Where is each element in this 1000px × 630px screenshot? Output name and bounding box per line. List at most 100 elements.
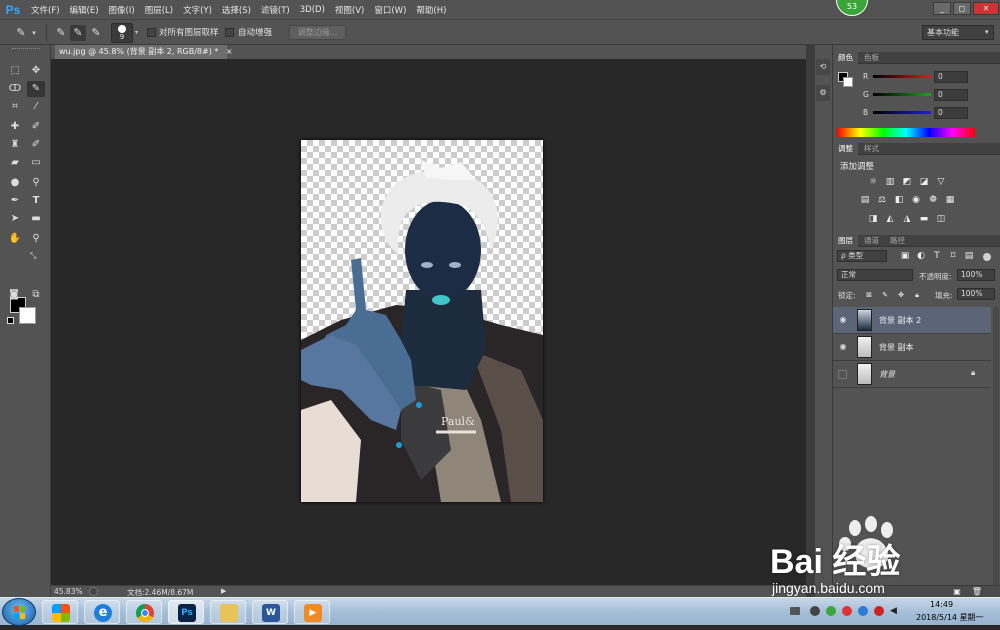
marquee-tool-icon[interactable]: ⬚ bbox=[6, 63, 24, 79]
green-slider[interactable] bbox=[873, 93, 931, 96]
clone-stamp-tool-icon[interactable]: ♜ bbox=[6, 137, 24, 153]
tab-color[interactable]: 颜色 bbox=[833, 52, 858, 64]
channel-mixer-icon[interactable]: ❁ bbox=[927, 195, 939, 206]
tray-clock-time[interactable]: 14:49 bbox=[930, 600, 953, 609]
brightness-icon[interactable]: ☼ bbox=[867, 177, 879, 188]
eyedropper-tool-icon[interactable]: ⁄ bbox=[27, 99, 45, 115]
start-button[interactable] bbox=[2, 598, 36, 626]
play-arrow-icon[interactable]: ▶ bbox=[221, 587, 226, 595]
close-button[interactable]: ✕ bbox=[973, 2, 999, 15]
menu-layer[interactable]: 图层(L) bbox=[140, 4, 178, 16]
panel-grip[interactable] bbox=[12, 48, 40, 51]
trash-icon[interactable]: 🗑︎ bbox=[971, 586, 983, 597]
blend-mode-select[interactable]: 正常 bbox=[837, 269, 913, 281]
taskbar-explorer[interactable] bbox=[210, 600, 246, 624]
subtract-selection-icon[interactable]: ✎ bbox=[88, 25, 104, 41]
lock-pixels-icon[interactable]: ✎ bbox=[879, 290, 891, 301]
menu-view[interactable]: 视图(V) bbox=[330, 4, 369, 16]
menu-select[interactable]: 选择(S) bbox=[217, 4, 256, 16]
menu-file[interactable]: 文件(F) bbox=[26, 4, 65, 16]
rectangle-tool-icon[interactable]: ▬ bbox=[27, 211, 45, 227]
selective-color-icon[interactable]: ◫ bbox=[935, 214, 947, 225]
dodge-tool-icon[interactable]: ⚲ bbox=[27, 175, 45, 191]
filter-pixel-icon[interactable]: ▣ bbox=[899, 251, 911, 262]
tray-clock-date[interactable]: 2018/5/14 星期一 bbox=[916, 612, 984, 623]
move-tool-icon[interactable]: ✥ bbox=[27, 63, 45, 79]
black-white-icon[interactable]: ◧ bbox=[893, 195, 905, 206]
chevron-down-icon[interactable]: ▾ bbox=[985, 28, 989, 36]
security-icon[interactable] bbox=[826, 606, 836, 616]
taskbar-photoshop[interactable]: Ps bbox=[168, 600, 204, 624]
menu-3d[interactable]: 3D(D) bbox=[295, 5, 330, 15]
taskbar-word[interactable]: W bbox=[252, 600, 288, 624]
zoom-level[interactable]: 45.83% bbox=[54, 587, 83, 596]
chevron-down-icon[interactable]: ▾ bbox=[30, 25, 38, 41]
network-icon[interactable] bbox=[858, 606, 868, 616]
quick-select-tool-icon[interactable]: ✎ bbox=[13, 25, 29, 41]
volume-icon[interactable]: ◀ bbox=[890, 606, 900, 616]
screen-mode-icon[interactable]: ⧉ bbox=[27, 287, 45, 303]
opacity-input[interactable]: 100% bbox=[957, 269, 995, 281]
background-color-swatch[interactable] bbox=[19, 307, 36, 324]
gradient-map-icon[interactable]: ▬ bbox=[918, 214, 930, 225]
color-spectrum-ramp[interactable] bbox=[837, 128, 975, 137]
default-colors-icon[interactable] bbox=[7, 317, 14, 324]
layer-row[interactable]: 背景 🔒︎ bbox=[833, 361, 991, 388]
eye-icon[interactable]: ◉ bbox=[837, 342, 849, 352]
tab-swatches[interactable]: 色板 bbox=[859, 52, 884, 64]
minimize-button[interactable]: _ bbox=[933, 2, 951, 15]
levels-icon[interactable]: ▥ bbox=[884, 177, 896, 188]
color-lookup-icon[interactable]: ▦ bbox=[944, 195, 956, 206]
spot-healing-tool-icon[interactable]: ✚ bbox=[6, 119, 24, 135]
filter-smart-object-icon[interactable]: ▤ bbox=[963, 251, 975, 262]
taskbar-chrome[interactable] bbox=[126, 600, 162, 624]
menu-edit[interactable]: 编辑(E) bbox=[65, 4, 104, 16]
filter-adjustment-icon[interactable]: ◐ bbox=[915, 251, 927, 262]
restore-button[interactable]: ◻ bbox=[953, 2, 971, 15]
close-icon[interactable]: × bbox=[226, 47, 233, 56]
workspace-select[interactable]: 基本功能 bbox=[922, 25, 994, 40]
layer-row[interactable]: ◉ 背景 副本 bbox=[833, 334, 991, 361]
tab-channels[interactable]: 通道 bbox=[859, 235, 884, 247]
auto-enhance-checkbox[interactable] bbox=[225, 28, 234, 37]
layer-row[interactable]: ◉ 背景 副本 2 bbox=[833, 307, 991, 334]
type-tool-icon[interactable]: T bbox=[27, 193, 45, 209]
tab-styles[interactable]: 样式 bbox=[859, 143, 884, 155]
filter-type-icon[interactable]: T bbox=[931, 251, 943, 262]
posterize-icon[interactable]: ◭ bbox=[884, 214, 896, 225]
visibility-off-box[interactable] bbox=[838, 370, 847, 379]
gradient-tool-icon[interactable]: ▭ bbox=[27, 155, 45, 171]
menu-image[interactable]: 图像(I) bbox=[104, 4, 140, 16]
blue-value[interactable]: 0 bbox=[934, 107, 968, 119]
green-value[interactable]: 0 bbox=[934, 89, 968, 101]
layer-filter-kind-select[interactable]: ρ 类型 bbox=[837, 250, 887, 262]
canvas-area[interactable]: Paul& bbox=[51, 59, 806, 585]
document-image[interactable]: Paul& bbox=[301, 140, 543, 502]
tab-layers[interactable]: 图层 bbox=[833, 235, 858, 247]
photo-filter-icon[interactable]: ◉ bbox=[910, 195, 922, 206]
keyboard-icon[interactable] bbox=[790, 607, 800, 615]
lock-transparent-icon[interactable]: ⊠ bbox=[863, 290, 875, 301]
status-menu-icon[interactable] bbox=[89, 587, 98, 596]
eye-icon[interactable]: ◉ bbox=[837, 315, 849, 325]
new-selection-icon[interactable]: ✎ bbox=[53, 25, 69, 41]
quick-mask-icon[interactable]: ◙ bbox=[5, 287, 23, 303]
refine-edge-button[interactable]: 调整边缘... bbox=[289, 25, 346, 40]
path-selection-tool-icon[interactable]: ➤ bbox=[6, 211, 24, 227]
color-bg-swatch[interactable] bbox=[843, 77, 853, 87]
invert-icon[interactable]: ◨ bbox=[867, 214, 879, 225]
curves-icon[interactable]: ◩ bbox=[901, 177, 913, 188]
menu-type[interactable]: 文字(Y) bbox=[178, 4, 217, 16]
taskbar-windows-app[interactable] bbox=[42, 600, 78, 624]
menu-window[interactable]: 窗口(W) bbox=[369, 4, 411, 16]
tray-app-icon[interactable] bbox=[810, 606, 820, 616]
lock-position-icon[interactable]: ✥ bbox=[895, 290, 907, 301]
history-panel-icon[interactable]: ⟲ bbox=[816, 59, 830, 75]
properties-panel-icon[interactable]: ⚙ bbox=[816, 85, 830, 101]
sample-all-layers-checkbox[interactable] bbox=[147, 28, 156, 37]
brush-tool-icon[interactable]: ✐ bbox=[27, 119, 45, 135]
layers-scrollbar[interactable] bbox=[993, 307, 999, 587]
menu-help[interactable]: 帮助(H) bbox=[411, 4, 451, 16]
tab-paths[interactable]: 路径 bbox=[885, 235, 910, 247]
threshold-icon[interactable]: ◮ bbox=[901, 214, 913, 225]
